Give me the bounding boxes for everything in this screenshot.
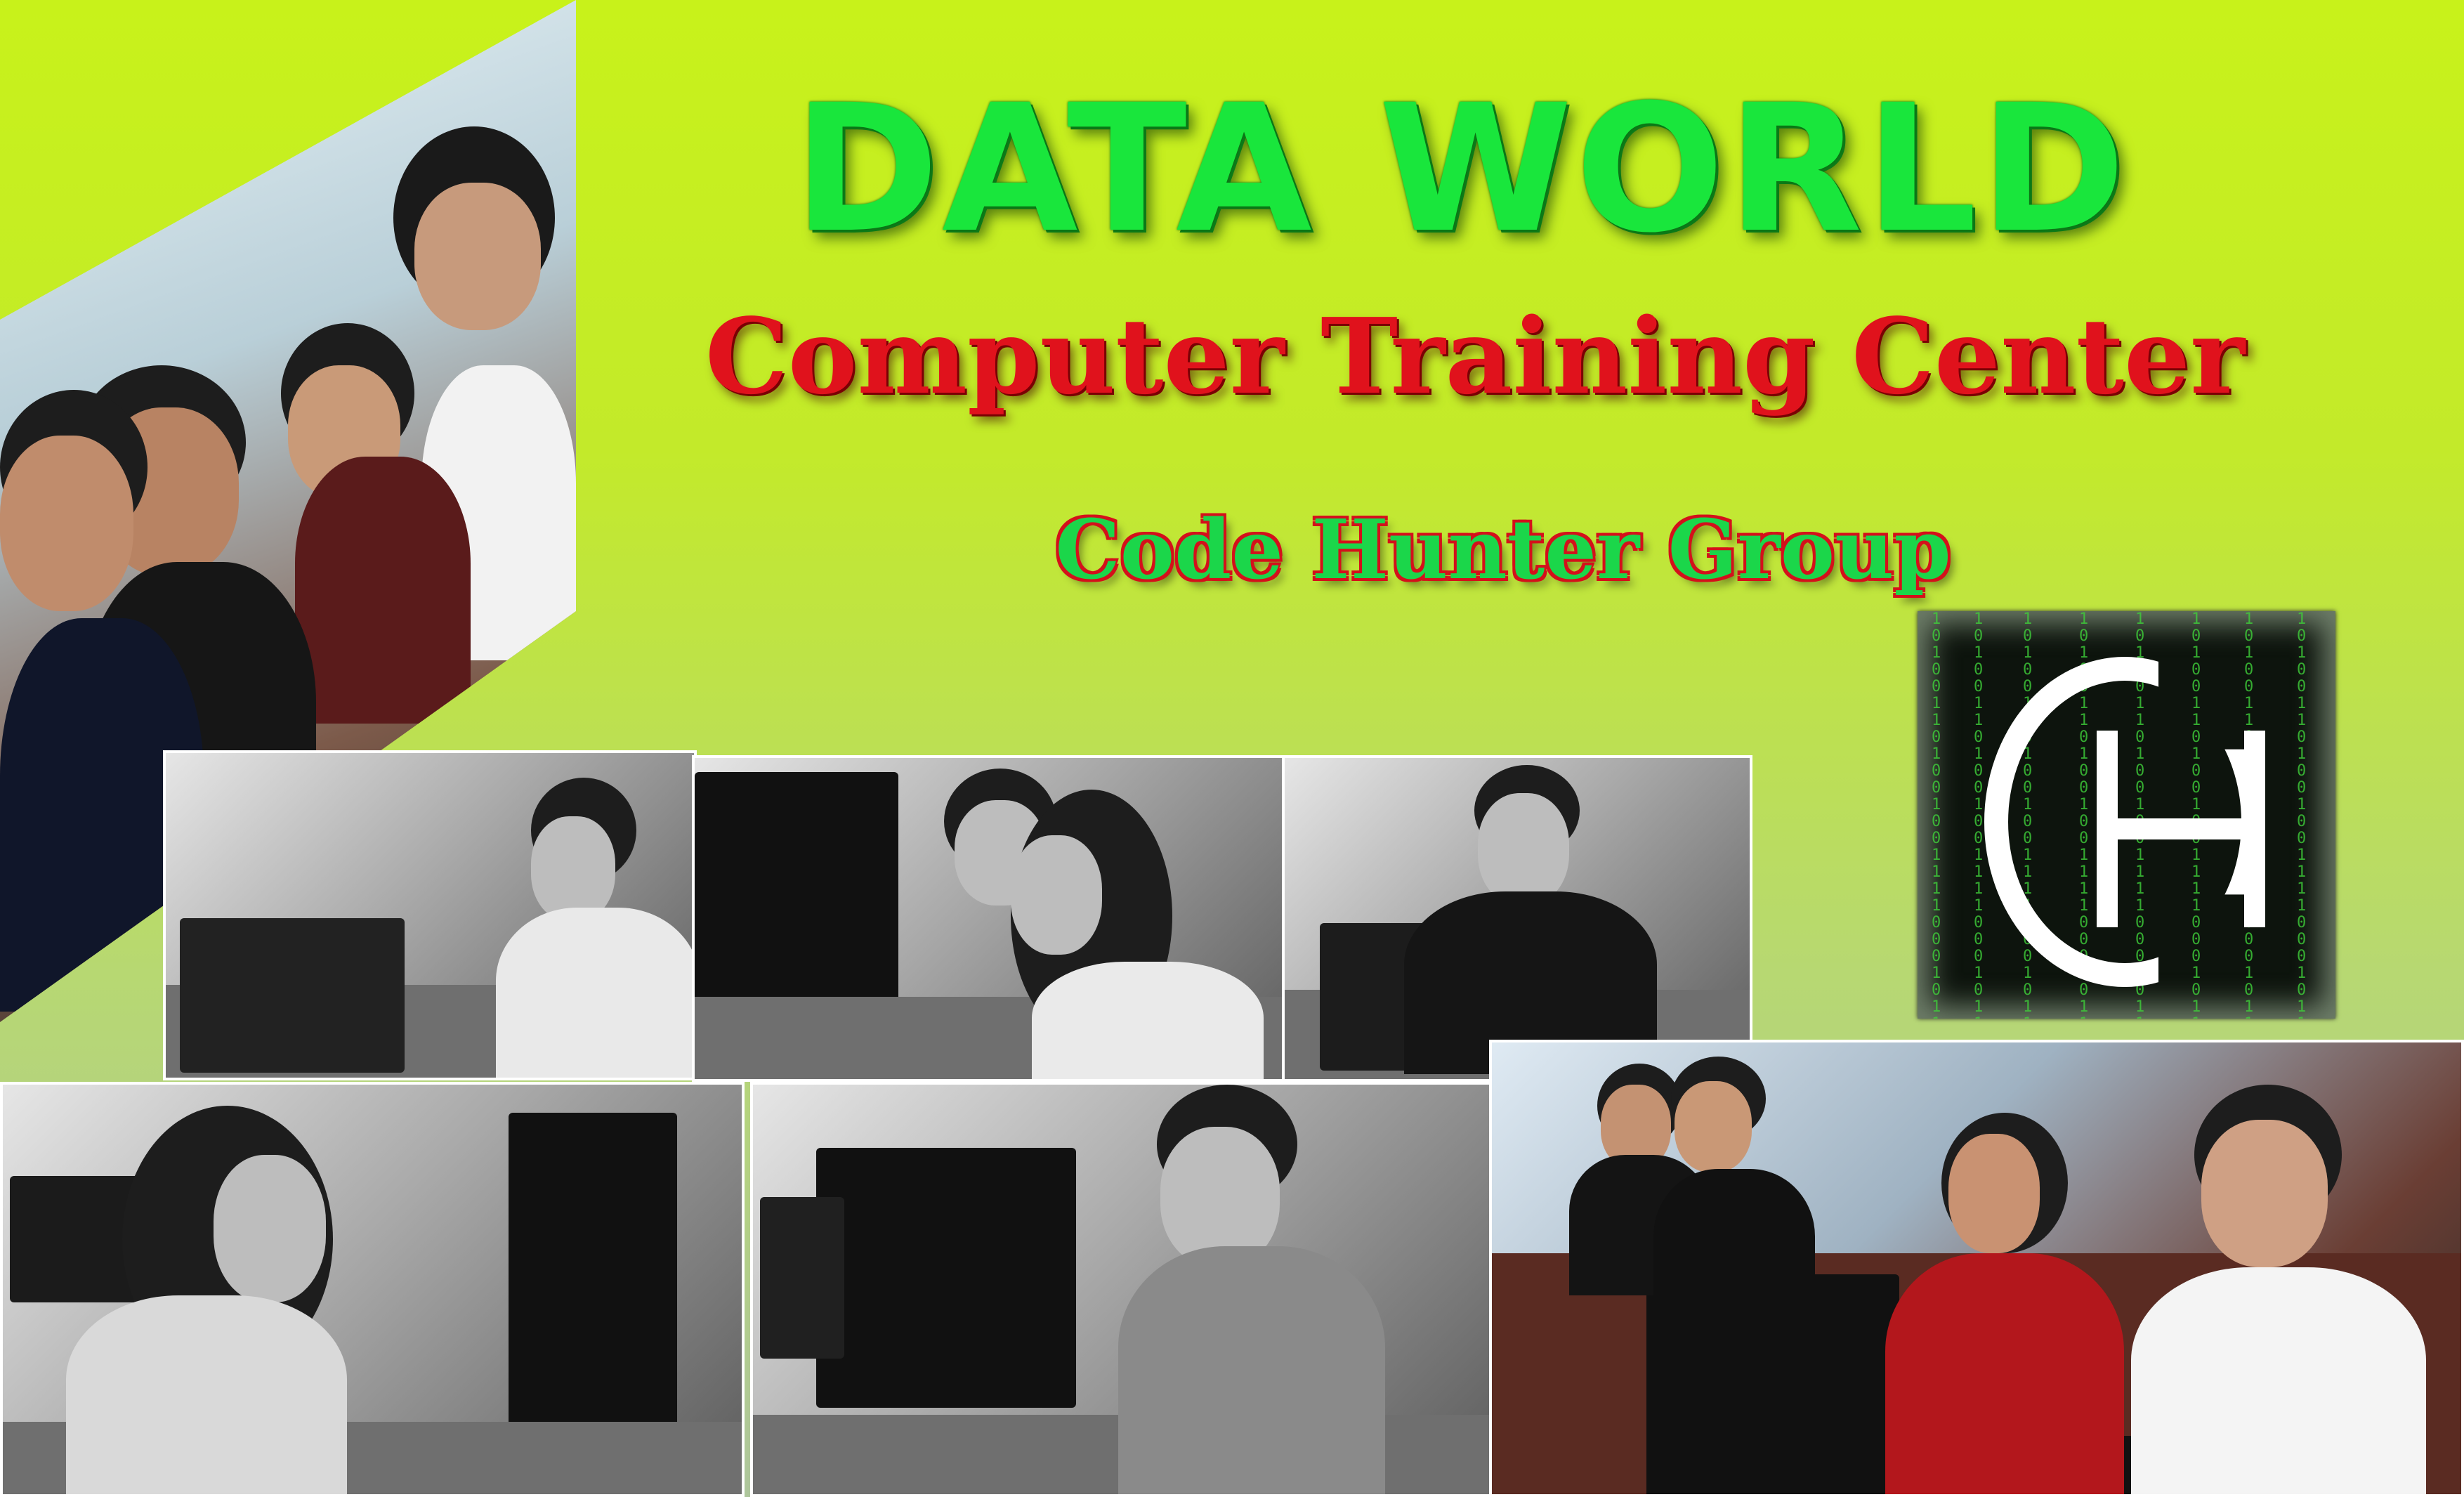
banner-subtitle: Computer Training Center (705, 295, 2246, 417)
training-photo-1 (163, 750, 697, 1080)
training-photo-5 (750, 1082, 1495, 1497)
banner-title: DATA WORLD (793, 67, 2129, 271)
training-photo-2 (692, 755, 1285, 1082)
logo-code-rain-1: 1010 0110 1001 0011 1100 0101 1011 0010 … (1932, 611, 1941, 1019)
logo-h-letter-icon (2097, 731, 2265, 927)
training-photo-6 (1489, 1040, 2464, 1497)
logo-code-rain-8: 1010 0110 1001 0011 1100 0101 1011 0010 … (2297, 611, 2307, 1019)
training-photo-4 (0, 1082, 745, 1497)
banner-group-name: Code Hunter Group (1055, 502, 1951, 598)
training-photo-3 (1282, 755, 1752, 1082)
code-hunter-logo: 1010 0110 1001 0011 1100 0101 1011 0010 … (1918, 611, 2335, 1019)
